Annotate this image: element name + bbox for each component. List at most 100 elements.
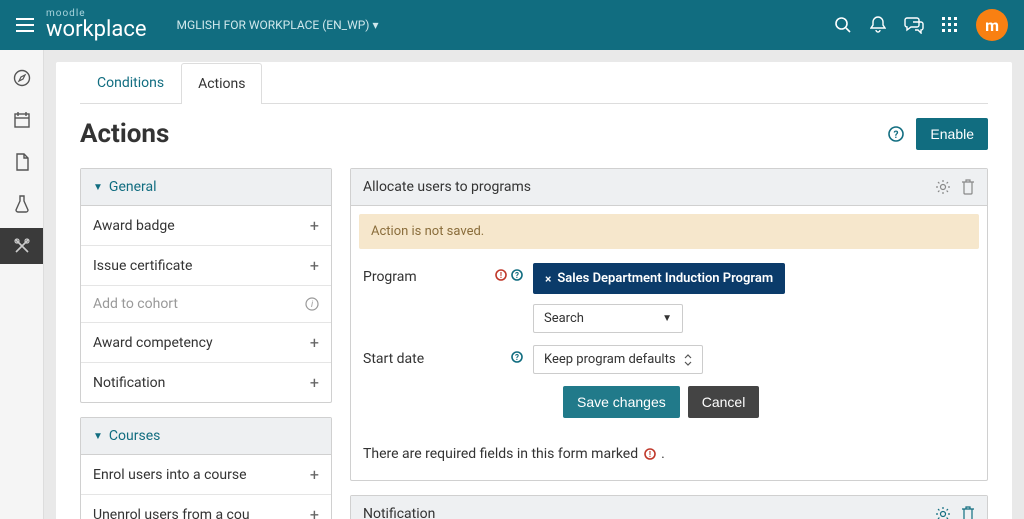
main: Conditions Actions Actions ? Enable ▼ Ge… [44, 50, 1024, 519]
caret-down-icon: ▼ [93, 182, 103, 193]
form-buttons: Save changes Cancel [563, 386, 975, 418]
panel-row-enrol[interactable]: Enrol users into a course + [81, 455, 331, 495]
row-label: Notification [93, 375, 165, 391]
panel-title: General [109, 179, 157, 195]
enable-button[interactable]: Enable [916, 118, 988, 150]
save-button[interactable]: Save changes [563, 386, 680, 418]
avatar-letter: m [985, 16, 999, 35]
chip-remove-icon[interactable]: × [545, 272, 551, 286]
shell: Conditions Actions Actions ? Enable ▼ Ge… [0, 50, 1024, 519]
tabs: Conditions Actions [80, 62, 988, 104]
svg-text:!: ! [500, 271, 502, 280]
plus-icon: + [310, 505, 319, 519]
panel-row-issue-certificate[interactable]: Issue certificate + [81, 246, 331, 286]
left-col: ▼ General Award badge + Issue certificat… [80, 168, 332, 519]
program-chip[interactable]: × Sales Department Induction Program [533, 263, 785, 294]
row-label: Award competency [93, 335, 213, 351]
block-allocate: Allocate users to programs Action is no [350, 168, 988, 481]
search-icon[interactable] [834, 16, 852, 34]
bell-icon[interactable] [870, 16, 886, 34]
right-col: Allocate users to programs Action is no [350, 168, 988, 519]
panel-row-notification[interactable]: Notification + [81, 363, 331, 402]
form: Program ! ? [351, 257, 987, 436]
sidebar-item-calendar[interactable] [0, 102, 43, 138]
info-icon: i [305, 297, 319, 311]
block-head-notification: Notification [351, 496, 987, 519]
sidebar-item-files[interactable] [0, 144, 43, 180]
chip-label: Sales Department Induction Program [557, 271, 773, 286]
help-icon[interactable]: ? [888, 126, 904, 142]
panel-courses: ▼ Courses Enrol users into a course + Un… [80, 417, 332, 519]
topbar-right: m [834, 9, 1008, 41]
panel-row-add-to-cohort[interactable]: Add to cohort i [81, 286, 331, 323]
flask-icon [15, 195, 29, 213]
help-icon[interactable]: ? [511, 351, 523, 363]
hamburger-icon [16, 18, 34, 32]
tab-actions[interactable]: Actions [181, 63, 262, 104]
required-note: There are required fields in this form m… [351, 436, 987, 480]
block-head-allocate: Allocate users to programs [351, 169, 987, 206]
sidebar [0, 50, 44, 519]
gear-icon[interactable] [935, 179, 951, 195]
grid-icon[interactable] [942, 17, 958, 33]
sidebar-item-tools[interactable] [0, 228, 43, 264]
startdate-select[interactable]: Keep program defaults [533, 345, 703, 374]
language-selector[interactable]: MGLISH FOR WORKPLACE (EN_WP) ▾ [177, 18, 379, 32]
block-notification: Notification Send notification 'Welcome [350, 495, 988, 519]
chevron-down-icon: ▼ [662, 313, 672, 324]
plus-icon: + [310, 465, 319, 484]
select-value: Keep program defaults [544, 352, 676, 367]
stepper-icon [684, 354, 692, 366]
trash-icon[interactable] [961, 506, 975, 519]
gear-icon[interactable] [935, 506, 951, 519]
svg-text:!: ! [648, 450, 650, 459]
required-icon: ! [495, 269, 507, 281]
chevron-down-icon: ▾ [372, 18, 378, 32]
form-row-startdate: Start date ? Keep program [363, 345, 975, 374]
sidebar-item-lab[interactable] [0, 186, 43, 222]
plus-icon: + [310, 216, 319, 235]
plus-icon: + [310, 373, 319, 392]
content: ▼ General Award badge + Issue certificat… [80, 168, 988, 519]
svg-text:?: ? [515, 353, 519, 362]
panel-row-award-competency[interactable]: Award competency + [81, 323, 331, 363]
panel-general: ▼ General Award badge + Issue certificat… [80, 168, 332, 403]
panel-title: Courses [109, 428, 160, 444]
calendar-icon [13, 111, 31, 129]
row-label: Add to cohort [93, 296, 178, 312]
compass-icon [13, 69, 31, 87]
label-startdate: Start date ? [363, 345, 533, 367]
row-label: Award badge [93, 218, 175, 234]
chat-icon[interactable] [904, 16, 924, 34]
block-title: Allocate users to programs [363, 179, 531, 195]
logo-bottom: workplace [46, 19, 147, 41]
language-label: MGLISH FOR WORKPLACE (EN_WP) [177, 18, 370, 32]
page-head: Actions ? Enable [80, 118, 988, 150]
form-row-program: Program ! ? [363, 263, 975, 333]
svg-text:i: i [311, 300, 314, 310]
cancel-button[interactable]: Cancel [688, 386, 760, 418]
menu-toggle-button[interactable] [16, 18, 34, 32]
block-title: Notification [363, 506, 435, 519]
svg-text:?: ? [515, 271, 519, 280]
panel-row-unenrol[interactable]: Unenrol users from a cou + [81, 495, 331, 519]
row-label: Issue certificate [93, 258, 192, 274]
select-placeholder: Search [544, 311, 584, 326]
trash-icon[interactable] [961, 179, 975, 195]
logo[interactable]: moodle workplace [46, 9, 147, 41]
topbar: moodle workplace MGLISH FOR WORKPLACE (E… [0, 0, 1024, 50]
sidebar-item-dashboard[interactable] [0, 60, 43, 96]
plus-icon: + [310, 333, 319, 352]
plus-icon: + [310, 256, 319, 275]
tab-conditions[interactable]: Conditions [80, 62, 181, 103]
row-label: Unenrol users from a cou [93, 507, 250, 519]
program-search-select[interactable]: Search ▼ [533, 304, 683, 333]
file-icon [14, 153, 30, 171]
required-icon: ! [644, 448, 656, 460]
help-icon[interactable]: ? [511, 269, 523, 281]
row-label: Enrol users into a course [93, 467, 247, 483]
panel-head-courses[interactable]: ▼ Courses [81, 418, 331, 455]
panel-head-general[interactable]: ▼ General [81, 169, 331, 206]
avatar[interactable]: m [976, 9, 1008, 41]
panel-row-award-badge[interactable]: Award badge + [81, 206, 331, 246]
